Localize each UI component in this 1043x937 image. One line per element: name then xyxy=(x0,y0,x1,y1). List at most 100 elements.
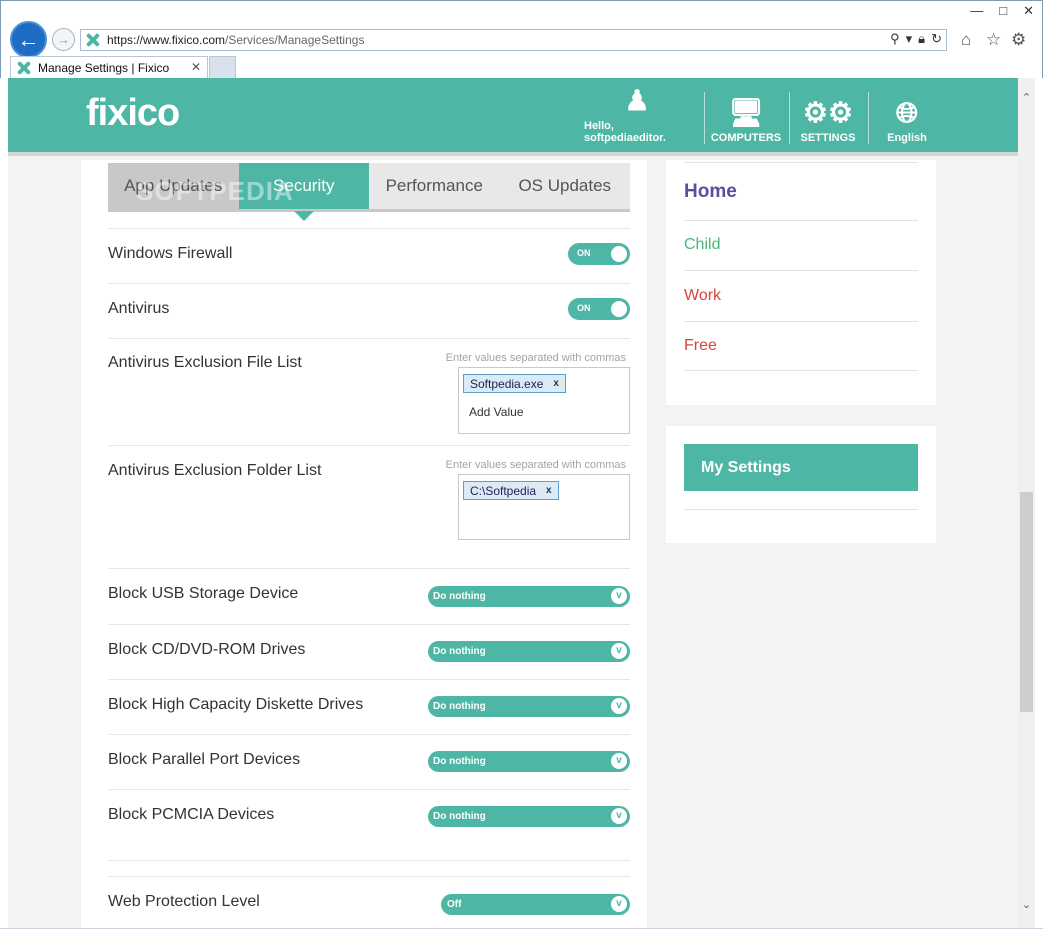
cd-label: Block CD/DVD-ROM Drives xyxy=(108,641,306,658)
pcmcia-label: Block PCMCIA Devices xyxy=(108,806,275,823)
settings-panel: App Updates Security Performance OS Upda… xyxy=(81,160,647,928)
back-button[interactable]: ← xyxy=(10,21,47,58)
usb-row: Block USB Storage Device Do nothing v xyxy=(108,568,630,624)
file-list-row: Antivirus Exclusion File List Enter valu… xyxy=(108,338,630,445)
new-tab-button[interactable] xyxy=(209,56,236,78)
divider xyxy=(684,509,918,510)
site-header: fixico ♟ Hello, softpediaeditor. 🖥︎ COMP… xyxy=(8,78,1018,156)
scroll-down-icon[interactable]: ⌄ xyxy=(1018,897,1035,914)
settings-label: SETTINGS xyxy=(800,132,856,144)
antivirus-row: Antivirus ON xyxy=(108,283,630,338)
gears-icon: ⚙⚙ xyxy=(802,97,854,128)
chevron-down-icon: v xyxy=(611,698,627,714)
search-icon[interactable]: ⚲ xyxy=(890,31,900,47)
diskette-select[interactable]: Do nothing v xyxy=(428,696,630,717)
file-list-hint: Enter values separated with commas xyxy=(445,352,626,364)
chevron-down-icon: v xyxy=(611,896,627,912)
pcmcia-row: Block PCMCIA Devices Do nothing v xyxy=(108,789,630,844)
language-nav[interactable]: 🌐︎ English xyxy=(874,92,940,145)
tab-performance[interactable]: Performance xyxy=(369,163,500,209)
divider-row xyxy=(108,860,630,876)
page-viewport: fixico ♟ Hello, softpediaeditor. 🖥︎ COMP… xyxy=(8,78,1018,928)
header-divider xyxy=(704,92,705,144)
add-value-placeholder[interactable]: Add Value xyxy=(469,405,524,419)
web-protection-label: Web Protection Level xyxy=(108,893,260,910)
folder-tag: C:\Softpedia x xyxy=(463,481,559,500)
toggle-knob xyxy=(611,301,627,317)
dropdown-icon[interactable]: ▾ xyxy=(906,31,913,47)
window-controls: — □ ✕ xyxy=(970,3,1034,19)
firewall-toggle[interactable]: ON xyxy=(568,243,630,265)
address-bar[interactable]: https://www.fixico.com/Services/ManageSe… xyxy=(80,29,947,51)
antivirus-label: Antivirus xyxy=(108,300,170,317)
parallel-label: Block Parallel Port Devices xyxy=(108,751,301,768)
globe-icon: 🌐︎ xyxy=(895,97,919,128)
softpedia-watermark: SOFTPEDIA xyxy=(136,176,294,206)
scroll-up-icon[interactable]: ⌃ xyxy=(1018,90,1035,107)
my-settings-panel: My Settings xyxy=(666,426,936,543)
usb-select[interactable]: Do nothing v xyxy=(428,586,630,607)
firewall-row: Windows Firewall ON xyxy=(108,228,630,283)
profile-child[interactable]: Child xyxy=(684,220,918,270)
folder-list-input[interactable]: C:\Softpedia x xyxy=(458,474,630,540)
gear-icon[interactable]: ⚙ xyxy=(1011,30,1026,50)
user-greeting: Hello, softpediaeditor. xyxy=(584,120,666,144)
pcmcia-select[interactable]: Do nothing v xyxy=(428,806,630,827)
firewall-label: Windows Firewall xyxy=(108,245,233,262)
back-arrow-icon: ← xyxy=(17,26,40,52)
scroll-thumb[interactable] xyxy=(1020,492,1033,712)
remove-tag-icon[interactable]: x xyxy=(553,378,559,389)
file-list-input[interactable]: Softpedia.exe x Add Value xyxy=(458,367,630,434)
profile-home[interactable]: Home xyxy=(684,162,918,220)
url-text: https://www.fixico.com/Services/ManageSe… xyxy=(107,33,365,47)
fixico-logo[interactable]: fixico xyxy=(86,92,180,135)
lock-icon[interactable]: 🔒︎ xyxy=(918,31,925,47)
header-divider xyxy=(789,92,790,144)
cd-select[interactable]: Do nothing v xyxy=(428,641,630,662)
user-menu[interactable]: ♟ Hello, softpediaeditor. xyxy=(584,86,690,145)
chevron-down-icon: v xyxy=(611,588,627,604)
forward-button[interactable]: → xyxy=(52,28,75,51)
usb-label: Block USB Storage Device xyxy=(108,585,299,602)
profile-work[interactable]: Work xyxy=(684,270,918,321)
profile-free[interactable]: Free xyxy=(684,321,918,371)
cd-row: Block CD/DVD-ROM Drives Do nothing v xyxy=(108,624,630,679)
folder-list-row: Antivirus Exclusion Folder List Enter va… xyxy=(108,445,630,553)
parallel-select[interactable]: Do nothing v xyxy=(428,751,630,772)
diskette-row: Block High Capacity Diskette Drives Do n… xyxy=(108,679,630,734)
maximize-icon[interactable]: □ xyxy=(999,3,1007,19)
toggle-state: ON xyxy=(577,303,591,313)
window-bottom-edge xyxy=(0,928,1043,937)
favorites-star-icon[interactable]: ☆ xyxy=(986,30,1001,50)
language-label: English xyxy=(887,132,927,144)
address-bar-icons: ⚲ ▾ 🔒︎ ↻ xyxy=(890,31,942,47)
parallel-row: Block Parallel Port Devices Do nothing v xyxy=(108,734,630,789)
settings-tabs: App Updates Security Performance OS Upda… xyxy=(108,163,631,221)
vertical-scrollbar[interactable]: ⌃ ⌄ xyxy=(1018,78,1035,928)
settings-nav[interactable]: ⚙⚙ SETTINGS xyxy=(793,92,863,145)
chevron-down-icon: v xyxy=(611,643,627,659)
computers-label: COMPUTERS xyxy=(710,132,782,144)
antivirus-toggle[interactable]: ON xyxy=(568,298,630,320)
folder-list-label: Antivirus Exclusion Folder List xyxy=(108,462,322,479)
folder-list-hint: Enter values separated with commas xyxy=(445,459,626,471)
remove-tag-icon[interactable]: x xyxy=(546,485,552,496)
user-icon: ♟ xyxy=(624,85,650,116)
file-tag: Softpedia.exe x xyxy=(463,374,566,393)
chevron-down-icon: v xyxy=(611,753,627,769)
close-tab-icon[interactable]: ✕ xyxy=(191,60,201,74)
minimize-icon[interactable]: — xyxy=(970,3,983,19)
refresh-icon[interactable]: ↻ xyxy=(931,31,942,47)
browser-tab[interactable]: Manage Settings | Fixico ✕ xyxy=(10,56,208,78)
chevron-down-icon: v xyxy=(611,808,627,824)
toggle-state: ON xyxy=(577,248,591,258)
my-settings-button[interactable]: My Settings xyxy=(684,444,918,491)
computers-nav[interactable]: 🖥︎ COMPUTERS xyxy=(708,92,784,145)
tab-os-updates[interactable]: OS Updates xyxy=(500,163,631,209)
forward-arrow-icon: → xyxy=(57,32,70,47)
web-protection-select[interactable]: Off v xyxy=(441,894,630,915)
home-icon[interactable]: ⌂ xyxy=(961,30,971,50)
toggle-knob xyxy=(611,246,627,262)
close-window-icon[interactable]: ✕ xyxy=(1023,3,1034,19)
computers-icon: 🖥︎ xyxy=(728,97,764,128)
